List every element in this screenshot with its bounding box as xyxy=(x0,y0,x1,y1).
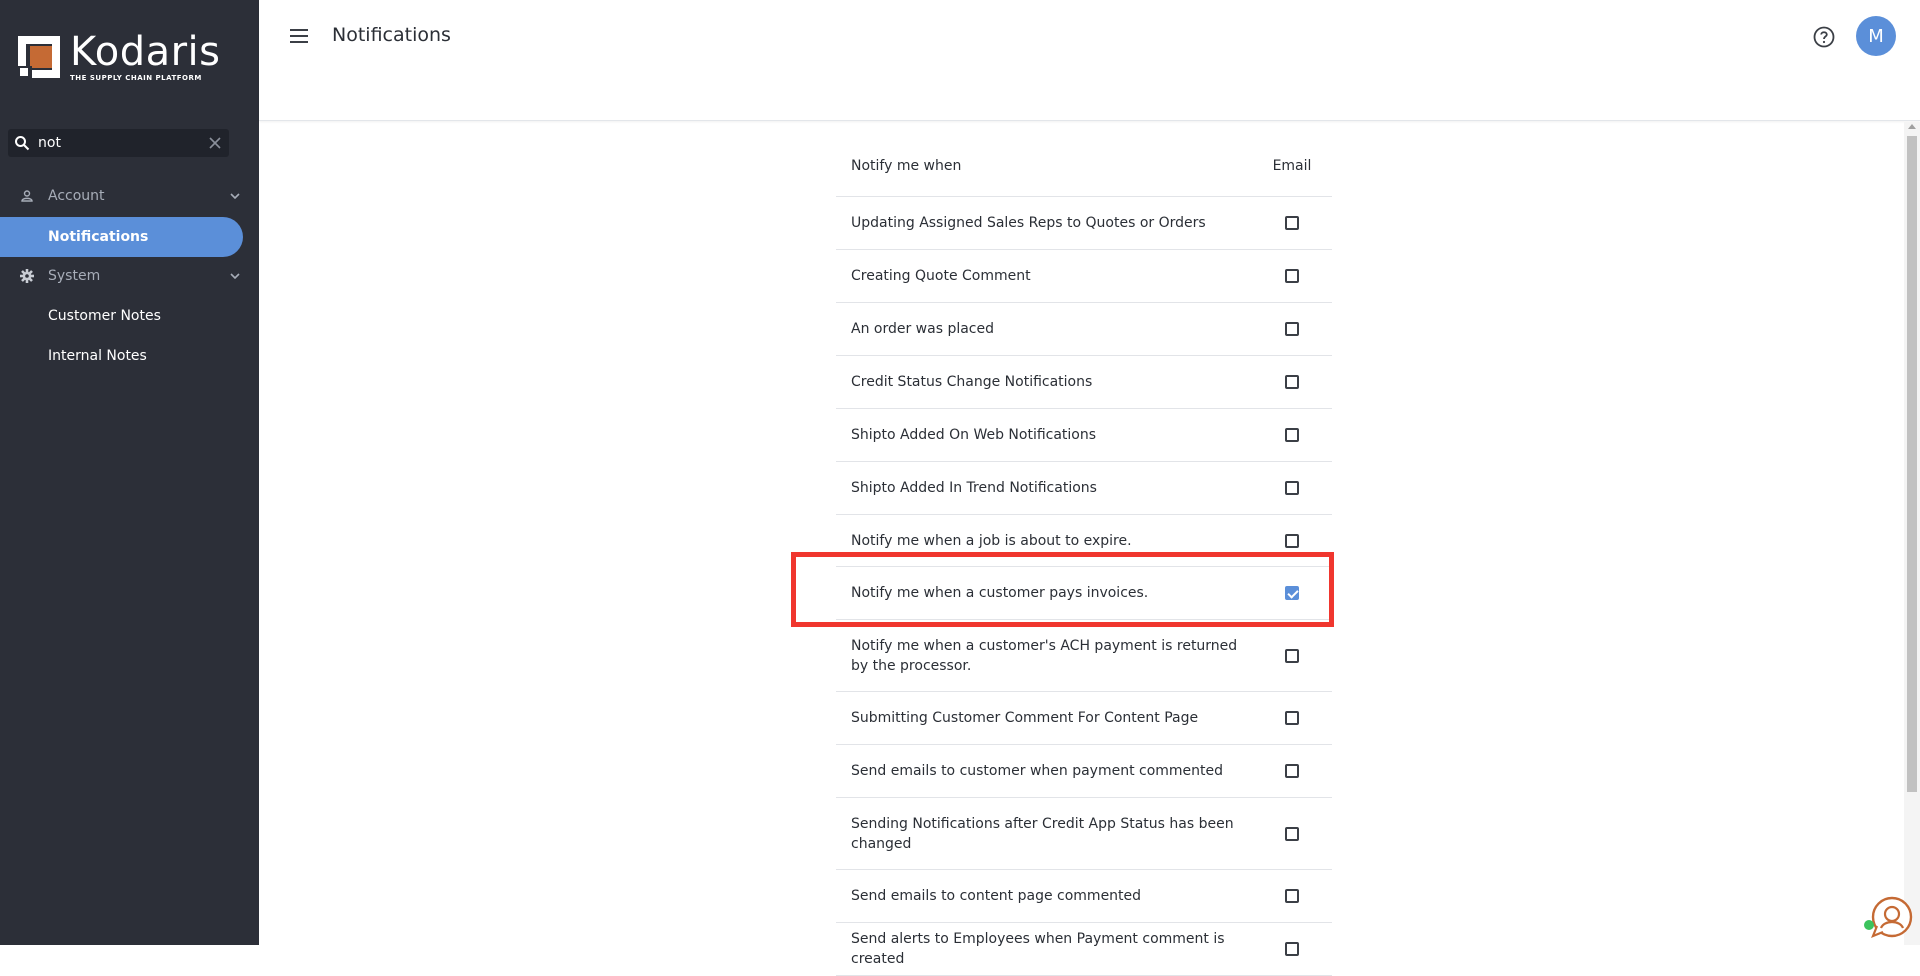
table-row: Send alerts to Employees when Payment co… xyxy=(836,923,1332,976)
sidebar-item-customer-notes[interactable]: Customer Notes xyxy=(0,296,161,336)
email-checkbox[interactable] xyxy=(1285,375,1299,389)
notification-label: Notify me when a job is about to expire. xyxy=(851,532,1132,549)
email-checkbox[interactable] xyxy=(1285,586,1299,600)
notification-label: Send emails to customer when payment com… xyxy=(851,763,1224,779)
email-cell xyxy=(1252,764,1332,778)
table-row: Send emails to customer when payment com… xyxy=(836,745,1332,798)
sidebar-item-internal-notes[interactable]: Internal Notes xyxy=(0,336,147,376)
email-cell xyxy=(1252,942,1332,956)
sidebar-item-label: Internal Notes xyxy=(48,348,147,364)
clear-search-icon[interactable] xyxy=(201,137,229,149)
notification-label: Notify me when a customer pays invoices. xyxy=(851,585,1149,601)
notification-label: Updating Assigned Sales Reps to Quotes o… xyxy=(851,215,1206,231)
email-cell xyxy=(1252,648,1332,663)
table-row: Shipto Added On Web Notifications xyxy=(836,409,1332,462)
online-status-dot xyxy=(1864,920,1874,930)
email-checkbox[interactable] xyxy=(1285,428,1299,442)
email-cell xyxy=(1252,826,1332,841)
email-cell xyxy=(1252,269,1332,283)
search-icon xyxy=(8,135,36,151)
notification-label: Send alerts to Employees when Payment co… xyxy=(851,931,1225,967)
table-row: Creating Quote Comment xyxy=(836,250,1332,303)
avatar[interactable]: M xyxy=(1856,16,1896,56)
email-checkbox[interactable] xyxy=(1285,269,1299,283)
notification-label: An order was placed xyxy=(851,321,995,337)
email-checkbox[interactable] xyxy=(1285,942,1299,956)
email-cell xyxy=(1252,481,1332,495)
email-checkbox[interactable] xyxy=(1285,216,1299,230)
column-header-event: Notify me when xyxy=(851,158,962,174)
table-row: Sending Notifications after Credit App S… xyxy=(836,798,1332,870)
search-input[interactable] xyxy=(36,135,201,151)
notification-label: Notify me when a customer's ACH payment … xyxy=(851,637,1238,674)
brand-tagline: THE SUPPLY CHAIN PLATFORM xyxy=(70,74,202,82)
scrollbar[interactable] xyxy=(1904,122,1920,945)
email-checkbox[interactable] xyxy=(1285,826,1299,841)
gear-icon xyxy=(16,268,38,284)
email-checkbox[interactable] xyxy=(1285,889,1299,903)
chat-bubble-icon xyxy=(1871,896,1913,938)
email-checkbox[interactable] xyxy=(1285,711,1299,725)
notification-label: Submitting Customer Comment For Content … xyxy=(851,710,1199,726)
email-cell xyxy=(1252,586,1332,600)
notification-label: Sending Notifications after Credit App S… xyxy=(851,815,1234,852)
email-checkbox[interactable] xyxy=(1285,322,1299,336)
table-row: Shipto Added In Trend Notifications xyxy=(836,462,1332,515)
notification-label: Creating Quote Comment xyxy=(851,268,1031,284)
email-cell xyxy=(1252,889,1332,903)
help-icon[interactable] xyxy=(1812,25,1836,49)
table-row: Notify me when a job is about to expire. xyxy=(836,515,1332,567)
column-header-email: Email xyxy=(1272,158,1312,174)
chevron-down-icon xyxy=(225,273,245,279)
notifications-table: Notify me when Email Updating Assigned S… xyxy=(836,136,1332,976)
sidebar-search xyxy=(8,129,229,157)
email-cell xyxy=(1252,428,1332,442)
menu-icon[interactable] xyxy=(287,24,311,48)
sidebar-group-label: Account xyxy=(48,188,105,204)
email-cell xyxy=(1252,533,1332,548)
chat-widget-button[interactable] xyxy=(1868,895,1914,941)
sidebar-group-account[interactable]: Account xyxy=(0,178,259,214)
notification-label: Shipto Added On Web Notifications xyxy=(851,427,1097,443)
email-cell xyxy=(1252,216,1332,230)
table-header: Notify me when Email xyxy=(836,136,1332,197)
table-row: Credit Status Change Notifications xyxy=(836,356,1332,409)
email-cell xyxy=(1252,375,1332,389)
sidebar-item-label: Notifications xyxy=(48,229,149,245)
sidebar-group-label: System xyxy=(48,268,101,284)
scrollbar-thumb[interactable] xyxy=(1907,136,1917,792)
avatar-initial: M xyxy=(1868,25,1884,47)
kodaris-logo[interactable]: Kodaris THE SUPPLY CHAIN PLATFORM xyxy=(18,29,221,82)
sidebar-item-label: Customer Notes xyxy=(48,308,161,324)
sidebar-item-notifications[interactable]: Notifications xyxy=(0,217,243,257)
table-row: Notify me when a customer pays invoices. xyxy=(836,567,1332,620)
sidebar-group-system[interactable]: System xyxy=(0,258,259,294)
chevron-down-icon xyxy=(225,193,245,199)
email-checkbox[interactable] xyxy=(1285,764,1299,778)
email-checkbox[interactable] xyxy=(1285,481,1299,495)
notification-label: Shipto Added In Trend Notifications xyxy=(851,480,1097,496)
table-row: Send emails to content page commented xyxy=(836,870,1332,923)
table-row: Updating Assigned Sales Reps to Quotes o… xyxy=(836,197,1332,250)
table-body: Updating Assigned Sales Reps to Quotes o… xyxy=(836,197,1332,976)
email-cell xyxy=(1252,322,1332,336)
kodaris-logo-icon xyxy=(18,36,60,78)
email-cell xyxy=(1252,711,1332,725)
email-checkbox[interactable] xyxy=(1285,533,1299,548)
table-row: Submitting Customer Comment For Content … xyxy=(836,692,1332,745)
scroll-up-arrow-icon[interactable] xyxy=(1908,124,1916,129)
notification-label: Credit Status Change Notifications xyxy=(851,374,1093,390)
email-checkbox[interactable] xyxy=(1285,648,1299,663)
person-icon xyxy=(16,190,38,202)
table-row: Notify me when a customer's ACH payment … xyxy=(836,620,1332,692)
top-bar: Notifications M xyxy=(259,0,1920,121)
page-title: Notifications xyxy=(332,24,451,46)
table-row: An order was placed xyxy=(836,303,1332,356)
brand-name: Kodaris xyxy=(70,29,221,75)
notification-label: Send emails to content page commented xyxy=(851,888,1142,904)
sidebar: Kodaris THE SUPPLY CHAIN PLATFORM Accoun… xyxy=(0,0,259,945)
